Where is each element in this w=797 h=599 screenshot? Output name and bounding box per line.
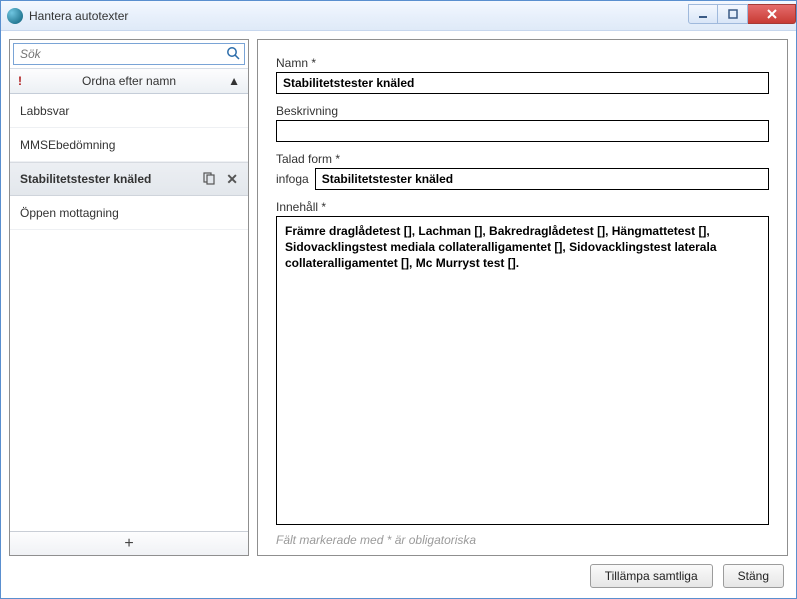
spoken-form-row: infoga (276, 168, 769, 190)
close-button[interactable] (748, 4, 796, 24)
list-item-label: Öppen mottagning (20, 206, 238, 220)
content-textarea[interactable]: Främre draglådetest [], Lachman [], Bakr… (276, 216, 769, 525)
minimize-icon (698, 9, 708, 19)
spoken-form-input[interactable] (315, 168, 769, 190)
left-panel: ! Ordna efter namn ▲ Labbsvar MMSEbedömn… (9, 39, 249, 556)
split-panels: ! Ordna efter namn ▲ Labbsvar MMSEbedömn… (9, 39, 788, 556)
name-input[interactable] (276, 72, 769, 94)
window-title: Hantera autotexter (29, 9, 688, 23)
description-label: Beskrivning (276, 104, 769, 118)
list-item[interactable]: Stabilitetstester knäled ✕ (10, 162, 248, 196)
titlebar[interactable]: Hantera autotexter (1, 1, 796, 31)
minimize-button[interactable] (688, 4, 718, 24)
spoken-form-label: Talad form * (276, 152, 769, 166)
apply-all-button[interactable]: Tillämpa samtliga (590, 564, 713, 588)
list-item[interactable]: MMSEbedömning (10, 128, 248, 162)
name-label: Namn * (276, 56, 769, 70)
list-item-label: MMSEbedömning (20, 138, 238, 152)
maximize-icon (728, 9, 738, 19)
spoken-form-prefix: infoga (276, 172, 309, 186)
duplicate-icon[interactable] (202, 171, 216, 188)
client-area: ! Ordna efter namn ▲ Labbsvar MMSEbedömn… (1, 31, 796, 598)
list-item[interactable]: Öppen mottagning (10, 196, 248, 230)
required-note: Fält markerade med * är obligatoriska (276, 533, 769, 547)
sort-arrow-icon: ▲ (228, 74, 240, 88)
list-item-label: Labbsvar (20, 104, 238, 118)
search-icon[interactable] (226, 46, 240, 63)
search-wrap (13, 43, 245, 65)
app-icon (7, 8, 23, 24)
list-item-label: Stabilitetstester knäled (20, 172, 194, 186)
close-icon (766, 9, 778, 19)
window-frame: Hantera autotexter (0, 0, 797, 599)
content-label: Innehåll * (276, 200, 769, 214)
right-panel: Namn * Beskrivning Talad form * infoga I… (257, 39, 788, 556)
add-button[interactable]: + (10, 531, 248, 555)
remove-icon[interactable]: ✕ (226, 171, 238, 188)
sort-header[interactable]: ! Ordna efter namn ▲ (10, 68, 248, 94)
plus-icon: + (124, 535, 133, 553)
search-input[interactable] (18, 46, 226, 62)
close-dialog-button[interactable]: Stäng (723, 564, 784, 588)
description-input[interactable] (276, 120, 769, 142)
autotext-list: Labbsvar MMSEbedömning Stabilitetstester… (10, 94, 248, 531)
warning-icon: ! (18, 74, 22, 88)
list-item[interactable]: Labbsvar (10, 94, 248, 128)
footer: Tillämpa samtliga Stäng (9, 564, 788, 590)
maximize-button[interactable] (718, 4, 748, 24)
window-buttons (688, 4, 796, 26)
sort-label: Ordna efter namn (30, 74, 228, 88)
